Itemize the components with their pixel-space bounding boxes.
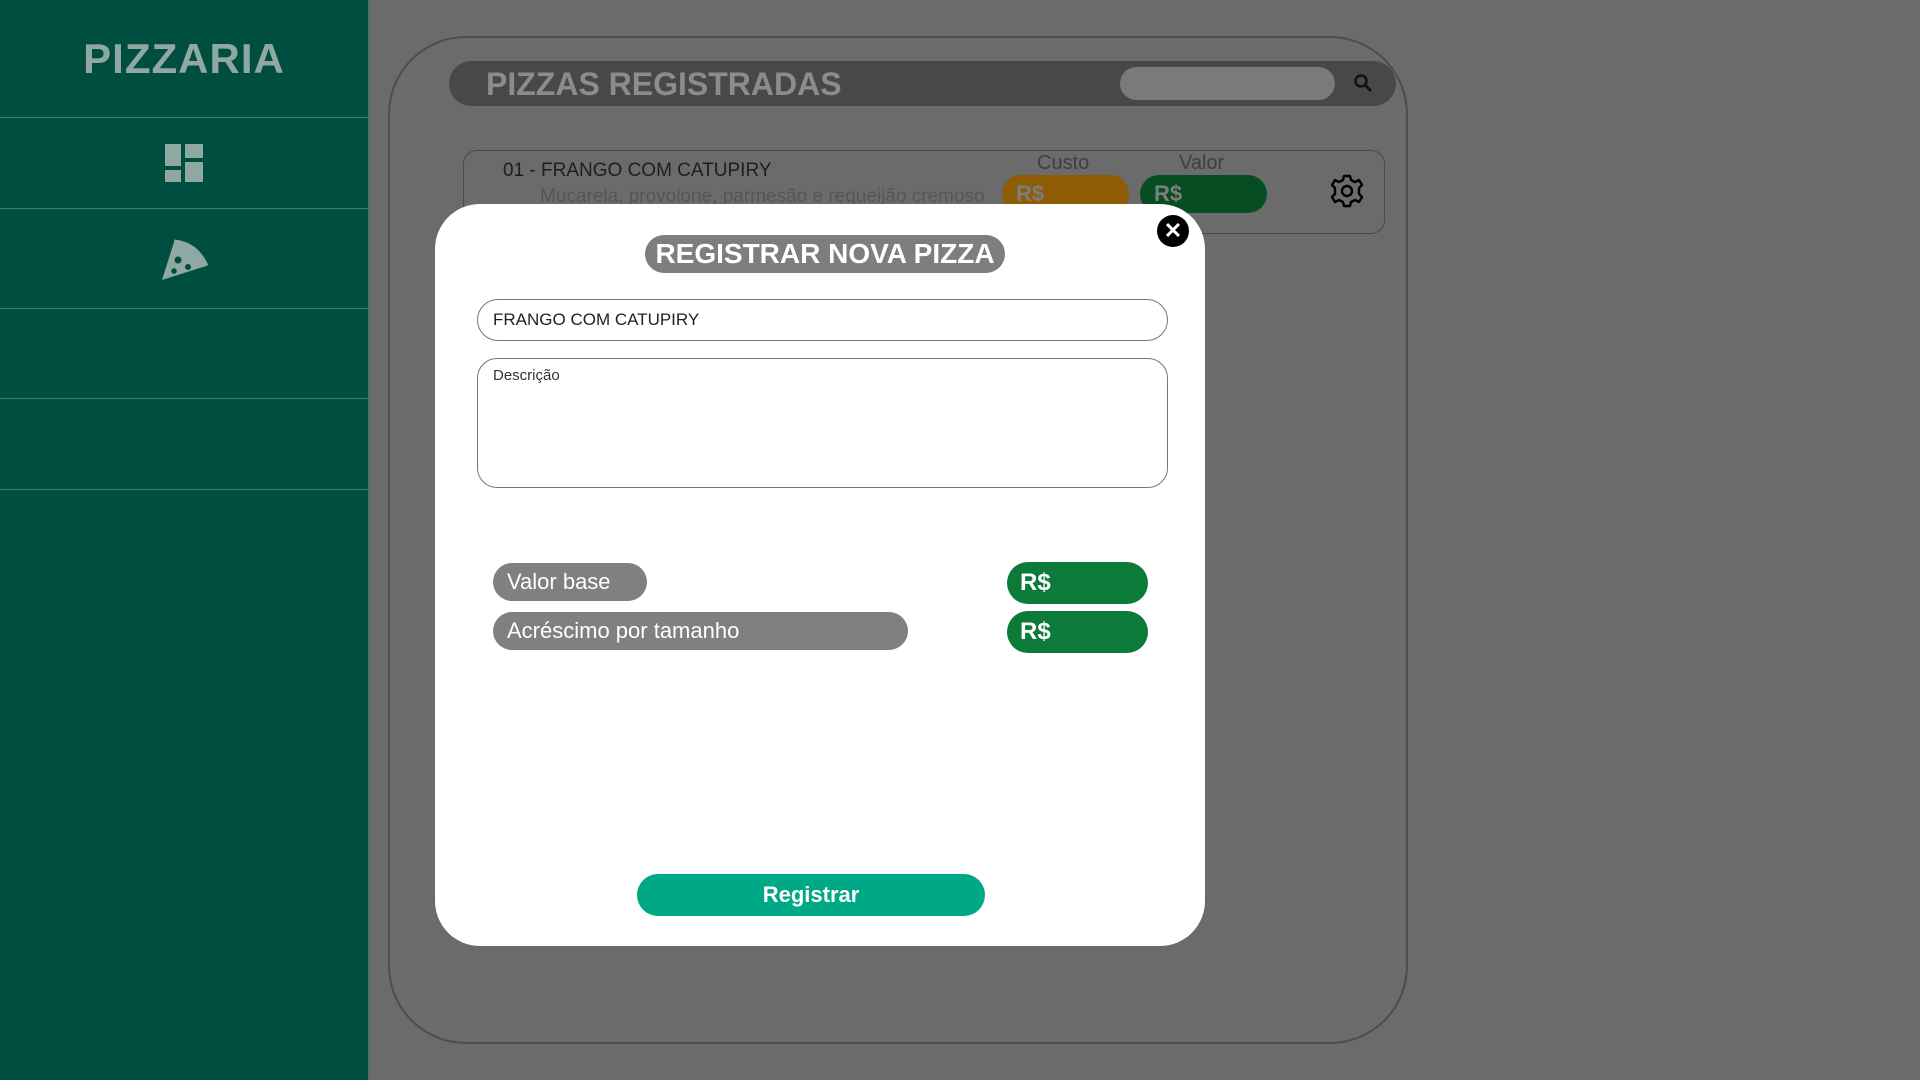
pizza-slice-icon [162, 239, 208, 280]
price-label: Valor [1179, 152, 1225, 174]
sidebar: PIZZARIA [0, 0, 369, 1080]
size-increment-input[interactable]: R$ [1007, 611, 1148, 653]
pizza-title: 01 - FRANGO COM CATUPIRY [503, 160, 772, 181]
search-icon[interactable] [1352, 72, 1374, 94]
modal-title: REGISTRAR NOVA PIZZA [645, 235, 1005, 273]
sidebar-item-pizzas[interactable] [0, 209, 368, 309]
cost-label: Custo [1037, 152, 1090, 174]
size-increment-label: Acréscimo por tamanho [493, 612, 908, 650]
search-input[interactable] [1120, 67, 1335, 100]
close-button[interactable]: ✕ [1157, 215, 1189, 247]
gear-icon[interactable] [1328, 172, 1366, 210]
brand-title: PIZZARIA [0, 0, 368, 118]
page-title: PIZZAS REGISTRADAS [486, 66, 842, 102]
dashboard-icon [165, 144, 203, 182]
sidebar-item-empty-1[interactable] [0, 309, 368, 399]
base-value-label: Valor base [493, 563, 647, 601]
pizza-name-input[interactable] [477, 299, 1168, 341]
base-value-input[interactable]: R$ [1007, 562, 1148, 604]
register-button[interactable]: Registrar [637, 874, 985, 916]
sidebar-item-dashboard[interactable] [0, 118, 368, 209]
sidebar-item-empty-2[interactable] [0, 399, 368, 490]
description-textarea[interactable] [477, 358, 1168, 488]
